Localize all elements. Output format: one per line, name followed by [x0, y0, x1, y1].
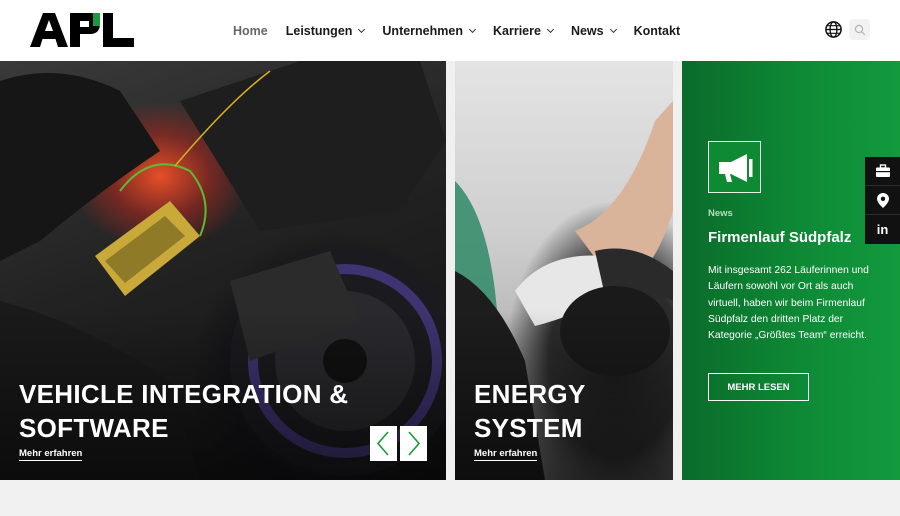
nav-leistungen[interactable]: Leistungen [285, 23, 366, 38]
social-sidebar: in [865, 157, 900, 244]
nav-leistungen-label: Leistungen [285, 23, 353, 38]
energy-title: ENERGY SYSTEM [474, 377, 586, 445]
megaphone-icon [719, 154, 753, 182]
location-link[interactable] [865, 186, 900, 215]
vehicle-title-line1: VEHICLE INTEGRATION & [19, 379, 349, 409]
news-body: Mit insgesamt 262 Läuferinnen und Läufer… [708, 265, 869, 342]
news-panel: News Firmenlauf Südpfalz Mit insgesamt 2… [682, 61, 900, 480]
chevron-down-icon [468, 25, 477, 33]
vehicle-integration-panel[interactable]: VEHICLE INTEGRATION & SOFTWARE Mehr erfa… [0, 61, 446, 480]
jobs-link[interactable] [865, 157, 900, 186]
energy-more-link[interactable]: Mehr erfahren [474, 448, 538, 461]
nav-kontakt[interactable]: Kontakt [634, 24, 681, 38]
location-pin-icon [876, 192, 889, 208]
news-icon-box [708, 141, 761, 193]
news-title: Firmenlauf Südpfalz [708, 229, 852, 246]
briefcase-icon [875, 164, 890, 177]
news-category: News [708, 208, 733, 219]
energy-system-panel[interactable]: ENERGY SYSTEM Mehr erfahren [455, 61, 673, 480]
vehicle-title: VEHICLE INTEGRATION & SOFTWARE [19, 377, 348, 445]
nav-unternehmen[interactable]: Unternehmen [382, 23, 477, 38]
energy-title-line1: ENERGY [474, 379, 586, 409]
linkedin-link[interactable]: in [865, 215, 900, 244]
nav-home[interactable]: Home [233, 24, 268, 38]
nav-news[interactable]: News [570, 23, 617, 38]
globe-icon[interactable] [824, 20, 843, 39]
page-bottom-area [0, 480, 900, 516]
read-more-button[interactable]: MEHR LESEN [708, 373, 809, 401]
chevron-down-icon [609, 25, 617, 33]
energy-title-line2: SYSTEM [474, 413, 583, 443]
nav-unternehmen-label: Unternehmen [382, 23, 463, 38]
nav-news-label: News [570, 23, 604, 38]
slider-prev-button[interactable] [370, 426, 397, 461]
linkedin-icon: in [876, 222, 889, 237]
nav-karriere-label: Karriere [492, 23, 541, 38]
search-button[interactable] [849, 19, 870, 40]
vehicle-title-line2: SOFTWARE [19, 413, 169, 443]
slider-next-button[interactable] [400, 426, 427, 461]
main-nav: Home Leistungen Unternehmen Karriere New… [224, 0, 689, 61]
chevron-down-icon [546, 25, 554, 33]
search-icon [854, 24, 865, 35]
apl-logo[interactable] [30, 13, 134, 47]
site-header: Home Leistungen Unternehmen Karriere New… [0, 0, 900, 61]
vehicle-more-link[interactable]: Mehr erfahren [19, 448, 83, 461]
nav-karriere[interactable]: Karriere [492, 23, 554, 38]
chevron-left-icon [376, 431, 389, 456]
chevron-down-icon [358, 25, 366, 33]
nav-home-label: Home [233, 23, 268, 38]
nav-kontakt-label: Kontakt [633, 23, 681, 38]
chevron-right-icon [408, 431, 421, 456]
